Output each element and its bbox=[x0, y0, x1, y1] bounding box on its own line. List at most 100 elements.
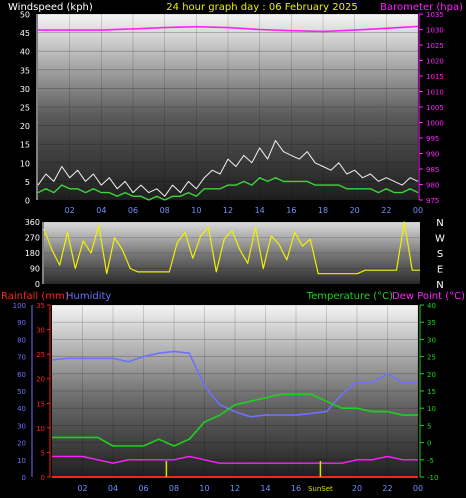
panel3-time-tick-label: 22 bbox=[382, 484, 392, 493]
rainfall-tick-label: 10 bbox=[36, 425, 45, 433]
rainfall-tick-label: 25 bbox=[36, 351, 45, 359]
panel3-time-tick-label: 06 bbox=[138, 484, 148, 493]
panel1-time-tick-label: 14 bbox=[255, 206, 265, 215]
humidity-tick-label: 40 bbox=[17, 405, 26, 413]
humidity-tick-label: 90 bbox=[17, 319, 26, 327]
temperature-tick-label: -5 bbox=[427, 457, 434, 465]
humidity-tick-label: 80 bbox=[17, 336, 26, 344]
panel3-time-tick-label: 10 bbox=[199, 484, 209, 493]
windspeed-tick-label: 5 bbox=[25, 178, 30, 187]
direction-tick-label: 90 bbox=[30, 265, 40, 274]
rainfall-axis-ticks: 0 5 10 15 20 25 30 35 bbox=[36, 302, 50, 482]
temperature-tick-label: 0 bbox=[427, 440, 431, 448]
temperature-tick-label: 25 bbox=[427, 354, 436, 362]
dewpoint-label: Dew Point (°C) bbox=[392, 291, 465, 302]
panel1-time-tick-label: 12 bbox=[223, 206, 233, 215]
temperature-tick-label: 40 bbox=[427, 302, 436, 310]
windspeed-tick-label: 15 bbox=[20, 141, 30, 150]
humidity-tick-label: 30 bbox=[17, 422, 26, 430]
rainfall-tick-label: 15 bbox=[36, 400, 45, 408]
direction-axis-ticks: 0 90 180 270 360 bbox=[25, 218, 40, 289]
compass-label: N bbox=[436, 218, 443, 229]
barometer-tick-label: 1035 bbox=[426, 11, 444, 19]
humidity-tick-label: 10 bbox=[17, 457, 26, 465]
barometer-tick-label: 1010 bbox=[426, 89, 444, 97]
humidity-tick-label: 20 bbox=[17, 440, 26, 448]
panel3-time-tick-label: 14 bbox=[260, 484, 270, 493]
temperature-tick-label: 15 bbox=[427, 388, 436, 396]
humidity-axis-ticks: 0 10 20 30 40 50 60 70 80 90 100 bbox=[13, 302, 26, 482]
direction-tick-label: 0 bbox=[35, 280, 40, 289]
temperature-axis-ticks: -10 -5 0 5 10 15 20 25 30 35 40 bbox=[420, 302, 438, 482]
panel3-time-tick-label: 08 bbox=[169, 484, 179, 493]
barometer-tick-label: 1025 bbox=[426, 42, 444, 50]
wind-direction-panel: 090180270360 NWSEN bbox=[25, 218, 445, 291]
compass-label: N bbox=[436, 280, 443, 291]
barometer-tick-label: 1030 bbox=[426, 27, 444, 35]
rainfall-tick-label: 35 bbox=[36, 302, 45, 310]
windspeed-tick-label: 0 bbox=[25, 197, 30, 206]
windspeed-tick-label: 35 bbox=[20, 66, 30, 75]
humidity-label: Humidity bbox=[66, 291, 111, 302]
panel1-time-tick-label: 06 bbox=[128, 206, 138, 215]
windspeed-axis-ticks: 0 5 10 15 20 25 30 35 40 45 50 bbox=[20, 11, 30, 206]
barometer-tick-label: 1020 bbox=[426, 58, 444, 66]
temperature-tick-label: 10 bbox=[427, 405, 436, 413]
direction-tick-label: 360 bbox=[25, 218, 40, 227]
wind-barometer-panel: 05101520253035404550 9759809859909951000… bbox=[20, 11, 444, 216]
panel1-time-tick-label: 00 bbox=[413, 206, 423, 215]
panel3-time-ticks: 02 04 06 08 10 12 14 16 20 22 00 SunSet bbox=[77, 484, 423, 493]
windspeed-tick-label: 45 bbox=[20, 29, 30, 38]
sunset-label: SunSet bbox=[308, 485, 333, 493]
panel1-time-tick-label: 08 bbox=[160, 206, 170, 215]
temperature-label: Temperature (°C) bbox=[306, 291, 393, 302]
panel1-time-tick-label: 22 bbox=[381, 206, 391, 215]
panel1-time-ticks: 02 04 06 08 10 12 14 16 18 20 22 00 bbox=[65, 206, 424, 215]
panel3-time-tick-label: 20 bbox=[352, 484, 362, 493]
barometer-tick-label: 985 bbox=[426, 166, 439, 174]
temperature-tick-label: 30 bbox=[427, 336, 436, 344]
graph-title: 24 hour graph day : 06 February 2025 bbox=[166, 2, 357, 13]
panel3-time-tick-label: 00 bbox=[413, 484, 423, 493]
direction-tick-label: 270 bbox=[25, 234, 40, 243]
rainfall-tick-label: 20 bbox=[36, 376, 45, 384]
temperature-tick-label: -10 bbox=[427, 474, 438, 482]
temperature-tick-label: 35 bbox=[427, 319, 436, 327]
barometer-tick-label: 1000 bbox=[426, 120, 444, 128]
compass-label: E bbox=[437, 265, 443, 276]
windspeed-tick-label: 25 bbox=[20, 104, 30, 113]
panel1-time-tick-label: 04 bbox=[96, 206, 106, 215]
temperature-humidity-panel: 0102030405060708090100 05101520253035 -1… bbox=[13, 302, 439, 493]
humidity-tick-label: 60 bbox=[17, 371, 26, 379]
panel3-time-tick-label: 12 bbox=[230, 484, 240, 493]
compass-label: S bbox=[437, 249, 443, 260]
panel1-time-tick-label: 18 bbox=[318, 206, 328, 215]
windspeed-tick-label: 40 bbox=[20, 48, 30, 57]
temperature-tick-label: 5 bbox=[427, 422, 431, 430]
barometer-label: Barometer (hpa) bbox=[380, 2, 463, 13]
barometer-tick-label: 1005 bbox=[426, 104, 444, 112]
humidity-tick-label: 70 bbox=[17, 354, 26, 362]
windspeed-tick-label: 50 bbox=[20, 11, 30, 20]
windspeed-tick-label: 30 bbox=[20, 85, 30, 94]
rainfall-tick-label: 0 bbox=[41, 474, 45, 482]
humidity-tick-label: 100 bbox=[13, 302, 26, 310]
panel1-time-tick-label: 10 bbox=[191, 206, 201, 215]
barometer-tick-label: 990 bbox=[426, 151, 439, 159]
weather-graph-canvas: Windspeed (kph) 24 hour graph day : 06 F… bbox=[1, 2, 465, 493]
temperature-tick-label: 20 bbox=[427, 371, 436, 379]
panel3-time-tick-label: 16 bbox=[291, 484, 301, 493]
barometer-tick-label: 975 bbox=[426, 197, 439, 205]
compass-labels: NWSEN bbox=[435, 218, 445, 291]
panel1-time-tick-label: 20 bbox=[350, 206, 360, 215]
panel1-time-tick-label: 02 bbox=[65, 206, 75, 215]
windspeed-tick-label: 10 bbox=[20, 159, 30, 168]
humidity-tick-label: 50 bbox=[17, 388, 26, 396]
rainfall-tick-label: 5 bbox=[41, 449, 45, 457]
rainfall-label: Rainfall (mm) bbox=[1, 291, 69, 302]
rainfall-tick-label: 30 bbox=[36, 327, 45, 335]
barometer-tick-label: 995 bbox=[426, 135, 439, 143]
barometer-axis-ticks: 975 980 985 990 995 1000 1005 1010 1015 1020 1025 1… bbox=[419, 11, 444, 205]
humidity-tick-label: 0 bbox=[22, 474, 26, 482]
windspeed-tick-label: 20 bbox=[20, 122, 30, 131]
